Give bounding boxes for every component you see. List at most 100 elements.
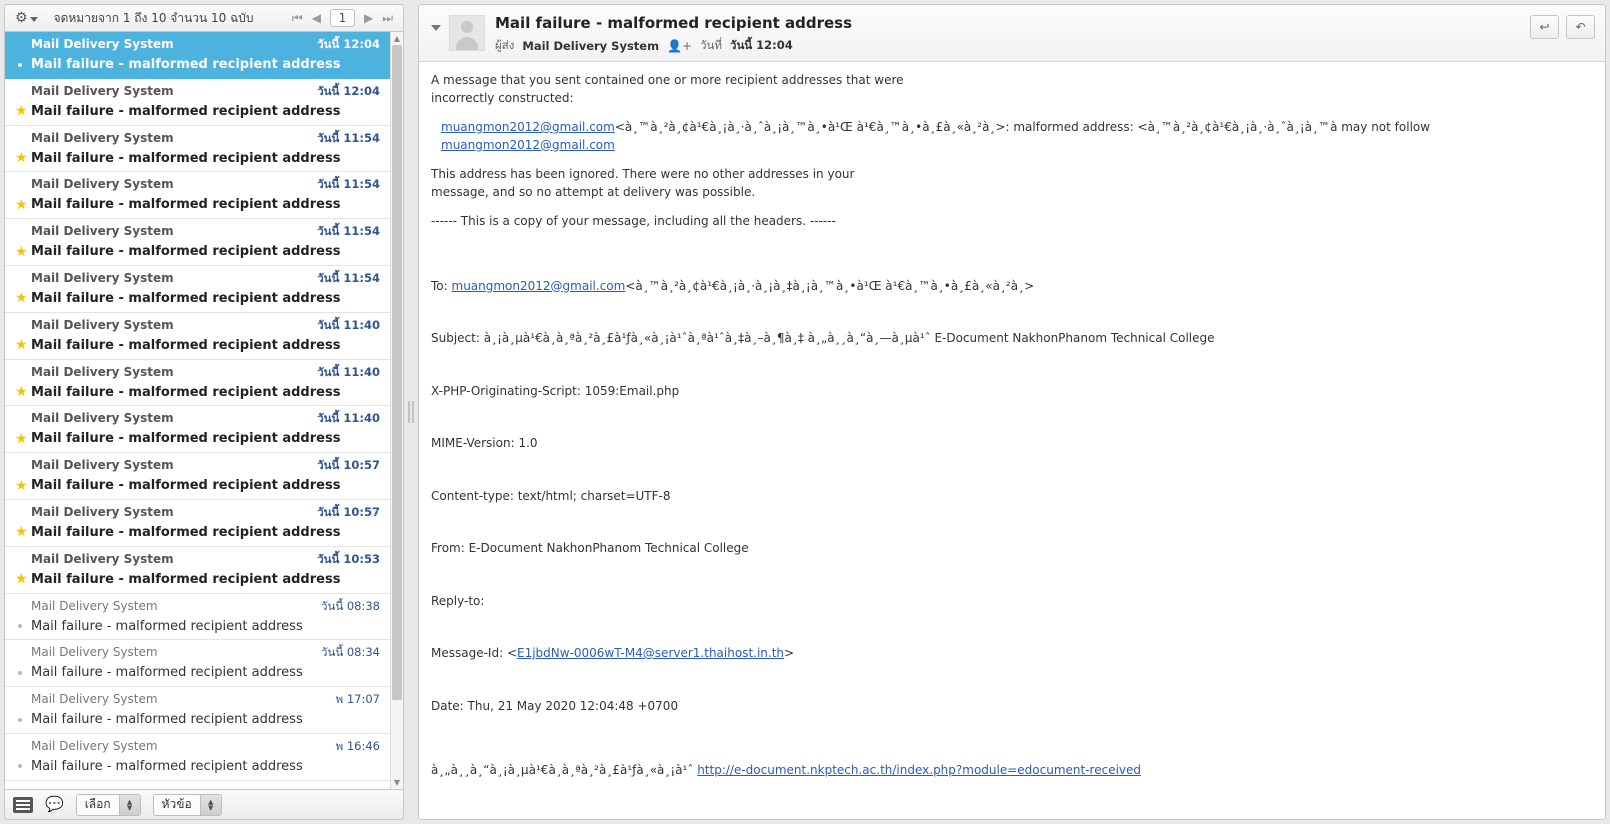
list-options-button[interactable]: ⚙ <box>11 11 42 25</box>
unread-dot-icon[interactable] <box>15 717 31 722</box>
star-icon[interactable]: ★ <box>15 245 31 259</box>
message-row[interactable]: Mail Delivery System วันนี้ 10:53 ★ Mail fa… <box>5 546 390 594</box>
message-row-date: วันนี้ 08:38 <box>321 598 380 613</box>
star-icon[interactable]: ★ <box>15 104 31 118</box>
date-label: วันที่ <box>700 38 722 52</box>
star-icon[interactable]: ★ <box>15 572 31 586</box>
message-row-sender: Mail Delivery System <box>31 130 174 145</box>
select-dropdown[interactable]: เลือก ▲ ▼ <box>75 793 141 816</box>
avatar-head-shape <box>461 21 473 33</box>
unread-dot-icon[interactable] <box>15 764 31 769</box>
message-row[interactable]: Mail Delivery System วันนี้ 11:54 ★ Mail fa… <box>5 219 390 266</box>
message-count-text: จดหมายจาก 1 ถึง 10 จำนวน 10 ฉบับ <box>53 10 254 25</box>
chevron-down-icon <box>29 16 38 22</box>
message-row-subject: Mail failure - malformed recipient addre… <box>31 150 341 166</box>
add-contact-icon[interactable]: 👤+ <box>667 39 692 53</box>
avatar-body-shape <box>456 37 478 50</box>
message-row[interactable]: Mail Delivery System วันนี้ 08:38 Mail fai… <box>5 593 390 641</box>
message-meta: ผู้ส่ง Mail Delivery System 👤+ วันที่ วั… <box>495 37 852 55</box>
message-row[interactable]: Mail Delivery System วันนี้ 11:40 ★ Mail fa… <box>5 312 390 360</box>
message-row[interactable]: Mail Delivery System วันนี้ 11:54 ★ Mail fa… <box>5 125 390 173</box>
message-header: Mail failure - malformed recipient addre… <box>419 5 1605 62</box>
scroll-up-arrow-icon[interactable]: ▲ <box>391 32 403 45</box>
message-row[interactable]: Mail Delivery System วันนี้ 12:04 ★ Mail fa… <box>5 78 390 126</box>
unread-dot-icon[interactable] <box>15 670 31 675</box>
avatar <box>449 15 485 51</box>
message-row-date: วันนี้ 12:04 <box>317 83 380 98</box>
bad-address-email-link-2[interactable]: muangmon2012@gmail.com <box>441 138 615 152</box>
header-message-id: Message-Id: <E1jbdNw-0006wT-M4@server1.t… <box>431 645 1593 663</box>
footer-thai-text: à¸„à¸¸à¸“à¸¡à¸µà¹€à¸­à¸ªà¸²à¸£à¹ƒà¸«à¸¡à… <box>431 763 698 777</box>
message-row[interactable]: Mail Delivery System วันนี้ 11:54 ★ Mail fa… <box>5 172 390 220</box>
prev-page-button[interactable]: ◀ <box>312 12 321 24</box>
unread-dot-icon[interactable] <box>15 62 31 67</box>
star-icon[interactable]: ★ <box>15 291 31 305</box>
message-row[interactable]: Mail Delivery System วันนี้ 10:57 ★ Mail fa… <box>5 499 390 547</box>
collapse-header-toggle[interactable] <box>431 25 441 31</box>
message-body: A message that you sent contained one or… <box>419 62 1605 819</box>
star-icon[interactable]: ★ <box>15 198 31 212</box>
bad-address-detail: <à¸™à¸²à¸¢à¹€à¸¡à¸·à¸ˆà¸¡à¸™à¸•à¹Œ à¹€à¸… <box>614 120 1431 134</box>
message-row[interactable]: Mail Delivery System วันนี้ 08:34 Mail fai… <box>5 640 390 688</box>
edocument-link[interactable]: http://e-document.nkptech.ac.th/index.ph… <box>697 763 1141 777</box>
star-icon[interactable]: ★ <box>15 432 31 446</box>
message-row[interactable]: Mail Delivery System วันนี้ 11:54 ★ Mail fa… <box>5 265 390 313</box>
message-row[interactable]: Mail Delivery System พ 17:07 Mail failure … <box>5 687 390 734</box>
reply-all-icon: ↶ <box>1575 20 1586 34</box>
first-page-button[interactable]: ⏮ <box>292 12 303 24</box>
star-icon[interactable]: ★ <box>15 385 31 399</box>
threads-button[interactable]: 💬 <box>45 797 64 812</box>
reply-button[interactable]: ↩ <box>1530 15 1559 39</box>
sort-dropdown-label: หัวข้อ <box>161 797 192 811</box>
sort-dropdown[interactable]: หัวข้อ ▲ ▼ <box>152 793 222 816</box>
message-row[interactable]: Mail Delivery System วันนี้ 11:40 ★ Mail fa… <box>5 359 390 407</box>
next-page-button[interactable]: ▶ <box>364 12 373 24</box>
message-row-sender: Mail Delivery System <box>31 411 174 426</box>
message-view-pane: Mail failure - malformed recipient addre… <box>418 4 1606 820</box>
message-row-sender: Mail Delivery System <box>31 224 174 239</box>
unread-dot-icon[interactable] <box>15 624 31 629</box>
header-message-id-close: > <box>784 646 795 660</box>
current-page-input[interactable]: 1 <box>329 9 355 27</box>
ignored-note-paragraph: This address has been ignored. There wer… <box>431 167 855 199</box>
message-rows-container: Mail Delivery System วันนี้ 12:04 Mail fai… <box>5 32 390 789</box>
bad-address-email-link[interactable]: muangmon2012@gmail.com <box>441 120 615 134</box>
message-row-date: วันนี้ 11:54 <box>317 270 380 285</box>
message-row[interactable]: Mail Delivery System วันนี้ 10:57 ★ Mail fa… <box>5 453 390 500</box>
select-dropdown-arrows-icon: ▲ ▼ <box>118 794 140 815</box>
scroll-down-arrow-icon[interactable]: ▼ <box>391 776 403 789</box>
list-view-button[interactable] <box>13 796 33 813</box>
header-to-email-link[interactable]: muangmon2012@gmail.com <box>452 279 626 293</box>
message-row[interactable]: Mail Delivery System วันนี้ 11:40 ★ Mail fa… <box>5 406 390 454</box>
select-dropdown-label: เลือก <box>84 797 111 811</box>
message-headers-block: To: muangmon2012@gmail.com<à¸™à¸²à¸¢à¹€à… <box>431 243 1593 751</box>
scrollbar-thumb[interactable] <box>392 45 402 700</box>
star-icon[interactable]: ★ <box>15 338 31 352</box>
header-message-id-link[interactable]: E1jbdNw-0006wT-M4@server1.thaihost.in.th <box>517 646 784 660</box>
message-row-sender: Mail Delivery System <box>31 177 174 192</box>
flag-icon[interactable]: ⚐ <box>368 508 380 521</box>
message-row-sender: Mail Delivery System <box>31 738 158 753</box>
message-row-date: วันนี้ 11:54 <box>317 177 380 192</box>
message-row-date: พ 16:46 <box>335 738 380 753</box>
star-icon[interactable]: ★ <box>15 151 31 165</box>
message-row[interactable]: Mail Delivery System วันนี้ 12:04 Mail fai… <box>5 32 390 79</box>
message-row-date: วันนี้ 11:40 <box>317 364 380 379</box>
star-icon[interactable]: ★ <box>15 525 31 539</box>
message-list-scrollbar[interactable]: ▲ ▼ <box>390 32 403 789</box>
message-row-sender: Mail Delivery System <box>31 692 158 707</box>
header-subject: Subject: à¸¡à¸µà¹€à¸­à¸ªà¸²à¸£à¹ƒà¸«à¸¡à… <box>431 331 1215 345</box>
header-date: Date: Thu, 21 May 2020 12:04:48 +0700 <box>431 698 679 713</box>
message-row[interactable]: Mail Delivery System พ 16:46 Mail failure … <box>5 733 390 781</box>
message-row-sender: Mail Delivery System <box>31 504 174 519</box>
message-row-subject: Mail failure - malformed recipient addre… <box>31 431 341 447</box>
last-page-button[interactable]: ⏭ <box>382 12 393 24</box>
header-to-label: To: <box>431 278 452 293</box>
message-date: วันนี้ 12:04 <box>729 38 793 52</box>
message-list-body: Mail Delivery System วันนี้ 12:04 Mail fai… <box>4 32 404 790</box>
pane-splitter[interactable] <box>404 4 418 820</box>
reply-all-button[interactable]: ↶ <box>1566 15 1595 39</box>
star-icon[interactable]: ★ <box>15 479 31 493</box>
header-to: To: muangmon2012@gmail.com<à¸™à¸²à¸¢à¹€à… <box>431 278 1593 296</box>
message-row-subject: Mail failure - malformed recipient addre… <box>31 618 303 634</box>
